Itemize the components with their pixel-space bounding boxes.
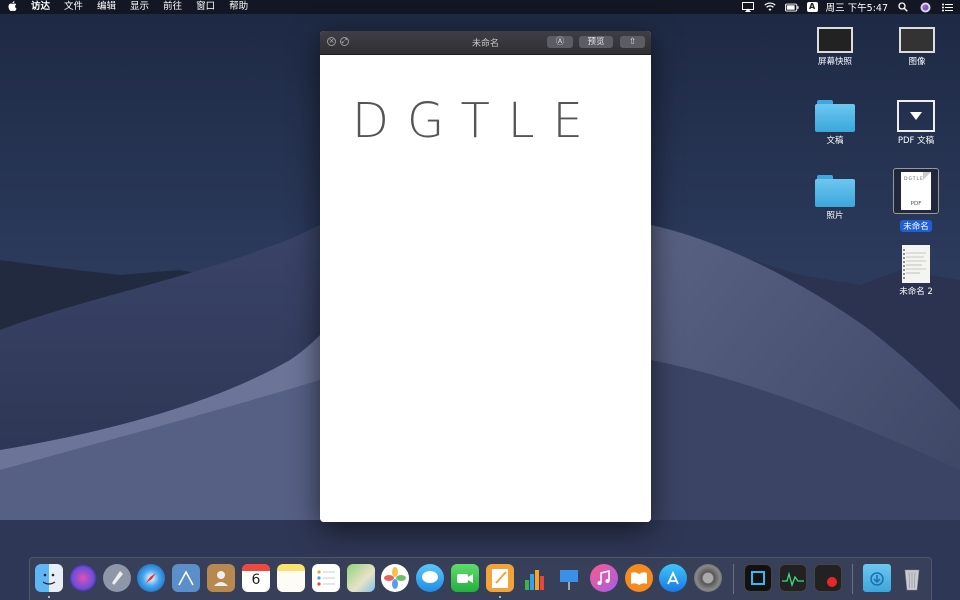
menu-file[interactable]: 文件 <box>57 0 90 14</box>
desktop-icon-label: 图像 <box>908 57 926 67</box>
trash-icon[interactable] <box>898 564 926 592</box>
desktop-icon-pdf-documents[interactable]: PDF 文稿 <box>884 100 948 146</box>
screenshot-thumbnail-icon <box>899 27 935 53</box>
pdf-file-icon: DGTLE PDF <box>901 172 931 210</box>
system-preferences-icon[interactable] <box>694 564 722 592</box>
desktop-icon-label: 屏幕快照 <box>817 57 852 67</box>
spotlight-search-icon[interactable] <box>896 1 910 13</box>
downloads-folder-icon[interactable] <box>863 564 891 592</box>
markup-button[interactable]: Ⓐ <box>547 36 573 48</box>
desktop-icon-photos[interactable]: 照片 <box>803 175 867 221</box>
share-button[interactable]: ⇧ <box>620 36 645 48</box>
itunes-icon[interactable] <box>590 564 618 592</box>
books-icon[interactable] <box>625 564 653 592</box>
menu-bar: 访达 文件 编辑 显示 前往 窗口 帮助 A 周三 下午5:47 <box>0 0 960 14</box>
reminders-icon[interactable] <box>312 564 340 592</box>
desktop-icon-label: 文稿 <box>826 136 844 146</box>
selection-highlight: DGTLE PDF <box>893 168 939 214</box>
desktop-icon-untitled-pdf[interactable]: DGTLE PDF 未命名 <box>884 168 948 233</box>
share-icon: ⇧ <box>628 37 637 47</box>
calendar-icon[interactable]: 6 <box>242 564 270 592</box>
document-page: DGTLE <box>320 55 651 522</box>
window-titlebar[interactable]: × ⤢ 未命名 Ⓐ 预览 ⇧ <box>320 31 651 55</box>
desktop-icon-label: PDF 文稿 <box>897 136 935 146</box>
airplay-icon[interactable] <box>741 1 755 13</box>
recorder-icon[interactable] <box>814 564 842 592</box>
siri-icon[interactable] <box>69 564 97 592</box>
desktop-icon-images[interactable]: 图像 <box>885 27 949 67</box>
menu-edit[interactable]: 编辑 <box>90 0 123 14</box>
screenshot-thumbnail-icon <box>817 27 853 53</box>
menu-view[interactable]: 显示 <box>123 0 156 14</box>
launchpad-icon[interactable] <box>103 564 131 592</box>
menu-window[interactable]: 窗口 <box>189 0 222 14</box>
pages-icon[interactable] <box>486 564 514 592</box>
photos-icon[interactable] <box>381 564 409 592</box>
menubar-clock[interactable]: 周三 下午5:47 <box>826 0 888 14</box>
desktop-icon-label: 照片 <box>826 211 844 221</box>
siri-menubar-icon[interactable] <box>918 1 932 13</box>
dock: 6 <box>29 557 932 600</box>
activity-monitor-icon[interactable] <box>779 564 807 592</box>
menu-finder[interactable]: 访达 <box>24 0 57 14</box>
document-text: DGTLE <box>352 93 601 149</box>
numbers-icon[interactable] <box>521 564 549 592</box>
quicklook-window: × ⤢ 未命名 Ⓐ 预览 ⇧ DGTLE <box>320 31 651 522</box>
markup-icon: Ⓐ <box>555 37 565 47</box>
desktop-icon-label: 未命名 2 <box>899 287 933 297</box>
wifi-icon[interactable] <box>763 1 777 13</box>
open-in-preview-button[interactable]: 预览 <box>579 36 613 48</box>
desktop-icon-label: 未命名 <box>900 220 932 232</box>
desktop-icon-screenshots[interactable]: 屏幕快照 <box>803 27 867 67</box>
mail-icon[interactable] <box>172 564 200 592</box>
desktop-icon-documents[interactable]: 文稿 <box>803 100 867 146</box>
apple-menu-icon[interactable] <box>0 0 24 14</box>
notification-center-icon[interactable] <box>940 1 954 13</box>
facetime-icon[interactable] <box>451 564 479 592</box>
menu-go[interactable]: 前往 <box>156 0 189 14</box>
contacts-icon[interactable] <box>207 564 235 592</box>
download-folder-icon <box>897 100 935 132</box>
desktop-icon-untitled-2[interactable]: 未命名 2 <box>884 245 948 297</box>
appstore-icon[interactable] <box>659 564 687 592</box>
safari-icon[interactable] <box>137 564 165 592</box>
battery-icon[interactable] <box>784 1 799 13</box>
folder-icon <box>815 100 855 132</box>
folder-icon <box>815 175 855 207</box>
keynote-icon[interactable] <box>555 564 583 592</box>
menu-help[interactable]: 帮助 <box>222 0 255 14</box>
messages-icon[interactable] <box>416 564 444 592</box>
finder-icon[interactable] <box>35 564 63 592</box>
maps-icon[interactable] <box>347 564 375 592</box>
document-file-icon <box>902 245 930 283</box>
dock-separator <box>733 564 734 594</box>
input-method-indicator[interactable]: A <box>806 2 818 12</box>
dock-separator <box>852 564 853 594</box>
screen-capture-icon[interactable] <box>744 564 772 592</box>
notes-icon[interactable] <box>277 564 305 592</box>
